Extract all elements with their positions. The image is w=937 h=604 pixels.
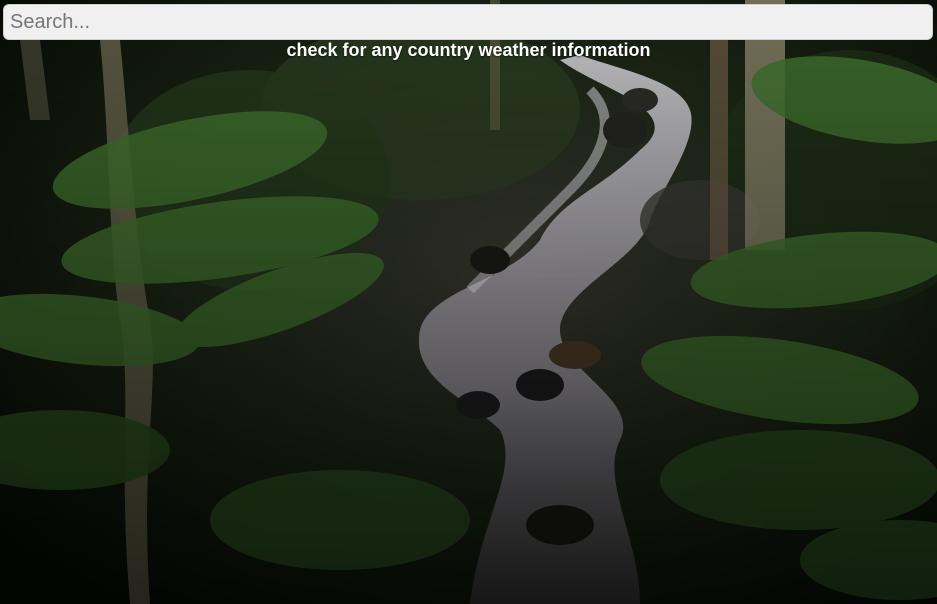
search-input[interactable] xyxy=(3,4,933,40)
background-photo xyxy=(0,0,937,604)
search-bar xyxy=(3,4,933,40)
page-tagline: check for any country weather informatio… xyxy=(286,40,651,60)
